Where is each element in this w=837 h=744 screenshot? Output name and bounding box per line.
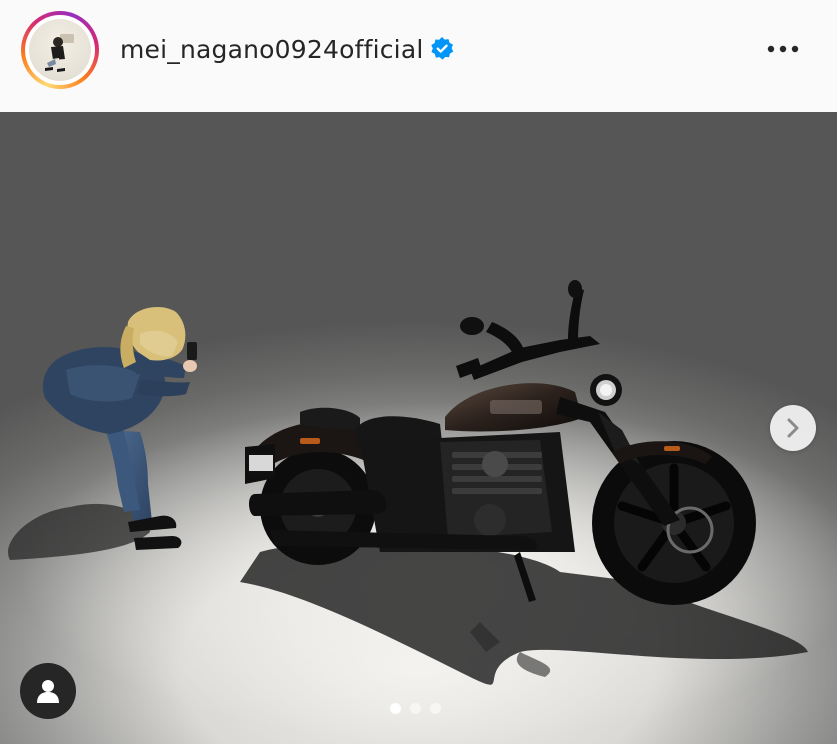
carousel-dot [430,703,441,714]
post-image[interactable] [0,112,837,744]
next-slide-button[interactable] [770,405,816,451]
more-horizontal-icon[interactable] [764,36,802,62]
username-link[interactable]: mei_nagano0924official [120,33,424,67]
user-tags-button[interactable] [20,663,76,719]
story-ring[interactable] [21,11,99,89]
verified-badge-icon [431,36,454,60]
avatar[interactable] [29,19,91,81]
chevron-right-icon [787,418,799,438]
carousel-dot [410,703,421,714]
carousel-dot [390,703,401,714]
post-header: mei_nagano0924official [0,0,837,112]
user-tag-icon [37,680,59,703]
